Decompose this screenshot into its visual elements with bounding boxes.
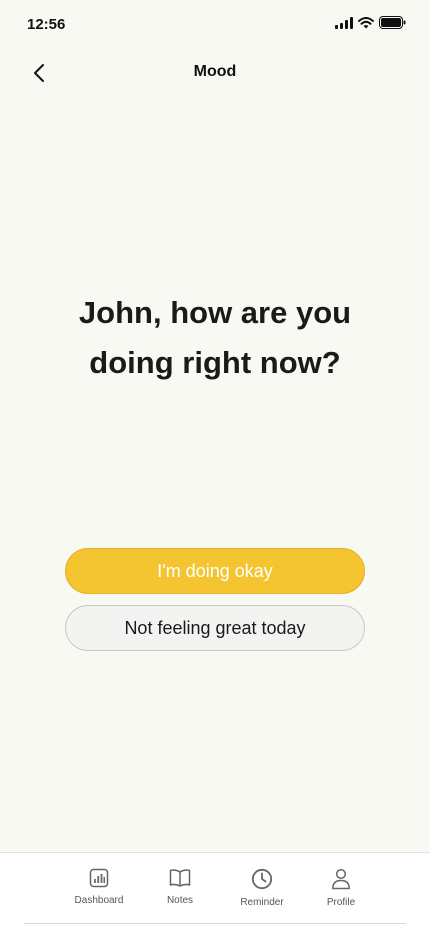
tab-bar: Dashboard Notes Reminder Profile (0, 852, 430, 925)
status-icons (335, 16, 406, 29)
question-line-2: doing right now? (89, 345, 341, 380)
chart-icon (89, 868, 109, 888)
question-line-1: John, how are you (78, 295, 352, 330)
page-title: Mood (193, 63, 237, 80)
wifi-icon (358, 16, 374, 28)
signal-icon (335, 16, 353, 29)
tab-notes[interactable]: Notes (145, 868, 215, 906)
home-indicator (24, 923, 406, 924)
book-icon (169, 869, 191, 887)
tab-reminder[interactable]: Reminder (227, 868, 297, 908)
person-icon (332, 868, 350, 890)
status-time: 12:56 (27, 16, 66, 33)
clock-icon (251, 868, 273, 890)
header: Mood (0, 52, 430, 92)
doing-okay-button[interactable]: I'm doing okay (65, 548, 365, 594)
status-bar: 12:56 (0, 0, 430, 46)
tab-label-reminder: Reminder (240, 897, 284, 908)
tab-label-notes: Notes (166, 895, 194, 906)
mood-question: John, how are you doing right now? (40, 288, 390, 388)
tab-dashboard[interactable]: Dashboard (64, 868, 134, 906)
tab-label-dashboard: Dashboard (74, 895, 124, 906)
not-feeling-great-button[interactable]: Not feeling great today (65, 605, 365, 651)
battery-icon (379, 16, 406, 29)
tab-label-profile: Profile (326, 897, 356, 908)
tab-profile[interactable]: Profile (306, 868, 376, 908)
